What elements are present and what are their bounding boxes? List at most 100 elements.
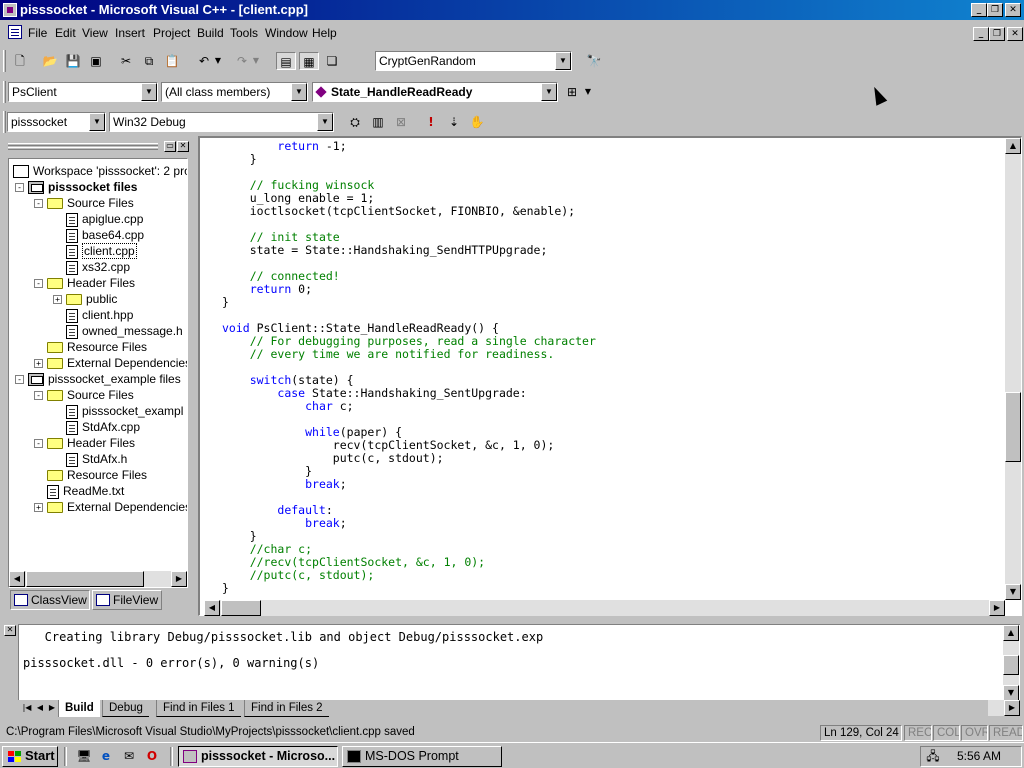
undo-icon[interactable]: ↶ <box>194 52 214 70</box>
tab-fileview[interactable]: FileView <box>92 590 162 610</box>
scroll-up-icon[interactable]: ▲ <box>1003 625 1019 641</box>
panel-restore-button[interactable]: ▭ <box>164 141 176 152</box>
tree-hscrollbar[interactable]: ◀ ▶ <box>9 571 187 587</box>
tree-item[interactable]: + External Dependencies <box>34 499 187 515</box>
toolbar-grip[interactable] <box>3 81 6 103</box>
window-list-icon[interactable]: ❏ <box>322 52 342 70</box>
scroll-left-icon[interactable]: ◀ <box>9 571 25 587</box>
wizard-action-icon[interactable]: ⊞ <box>562 83 582 101</box>
expand-icon[interactable]: + <box>34 503 43 513</box>
find-in-files-icon[interactable]: 🔭 <box>584 52 604 70</box>
vc-app-icon[interactable] <box>3 3 17 17</box>
collapse-icon[interactable]: - <box>34 391 43 401</box>
function-combo[interactable]: State_HandleReadReady ▼ <box>312 82 558 102</box>
scroll-right-icon[interactable]: ▶ <box>171 571 187 587</box>
code-editor[interactable]: return -1; } // fucking winsock u_long e… <box>198 136 1022 616</box>
output-grip[interactable]: ✕ <box>4 625 16 715</box>
scroll-up-icon[interactable]: ▲ <box>1005 138 1021 154</box>
output-hscrollbar[interactable]: ▶ <box>988 700 1020 716</box>
menu-insert[interactable]: Insert <box>115 26 145 40</box>
class-combo[interactable]: PsClient ▼ <box>8 82 158 102</box>
internet-explorer-icon[interactable]: e <box>98 748 114 764</box>
clock[interactable]: 5:56 AM <box>957 747 1001 766</box>
chevron-down-icon[interactable]: ▼ <box>541 83 557 101</box>
members-combo[interactable]: (All class members) ▼ <box>161 82 308 102</box>
tab-classview[interactable]: ClassView <box>10 590 90 610</box>
panel-grip[interactable] <box>8 143 158 146</box>
tree-item[interactable]: client.hpp <box>53 307 133 323</box>
menu-edit[interactable]: Edit <box>55 26 76 40</box>
find-combo[interactable]: CryptGenRandom ▼ <box>375 51 572 71</box>
tab-build[interactable]: Build <box>58 700 100 717</box>
tree-item[interactable]: pisssocket_exampl <box>53 403 183 419</box>
file-tree[interactable]: Workspace 'pisssocket': 2 proje - pisssock… <box>8 158 188 588</box>
menu-view[interactable]: View <box>82 26 108 40</box>
expand-icon[interactable]: + <box>53 295 62 305</box>
start-button[interactable]: Start <box>2 746 58 767</box>
collapse-icon[interactable]: - <box>15 183 24 193</box>
tree-item[interactable]: ReadMe.txt <box>34 483 124 499</box>
tree-item[interactable]: - Header Files <box>34 275 135 291</box>
doc-restore-button[interactable]: ❐ <box>989 27 1005 41</box>
chevron-down-icon[interactable]: ▼ <box>141 83 157 101</box>
tree-item[interactable]: + public <box>53 291 117 307</box>
menu-help[interactable]: Help <box>312 26 337 40</box>
document-icon[interactable] <box>8 25 22 39</box>
wizard-action-dropdown-icon[interactable]: ▼ <box>582 83 594 101</box>
code-area[interactable]: return -1; } // fucking winsock u_long e… <box>204 138 1004 600</box>
breakpoint-hand-icon[interactable]: ✋ <box>467 113 487 131</box>
tree-item[interactable]: + External Dependencies <box>34 355 187 371</box>
tree-item[interactable]: StdAfx.cpp <box>53 419 140 435</box>
doc-close-button[interactable]: ✕ <box>1007 27 1023 41</box>
copy-icon[interactable]: ⧉ <box>139 52 159 70</box>
execute-icon[interactable]: ! <box>421 113 441 131</box>
collapse-icon[interactable]: - <box>34 199 43 209</box>
toolbar-grip[interactable] <box>3 111 6 133</box>
scroll-thumb[interactable] <box>1005 392 1021 462</box>
new-text-file-icon[interactable]: 🗋 <box>10 52 30 70</box>
tree-item[interactable]: - Header Files <box>34 435 135 451</box>
tree-item[interactable]: owned_message.h <box>53 323 183 339</box>
tree-item[interactable]: client.cpp <box>53 243 137 259</box>
save-icon[interactable]: 💾 <box>63 52 83 70</box>
tree-item[interactable]: xs32.cpp <box>53 259 130 275</box>
editor-hscrollbar[interactable]: ◀ ▶ <box>204 600 1005 616</box>
paste-icon[interactable]: 📋 <box>162 52 182 70</box>
collapse-icon[interactable]: - <box>34 439 43 449</box>
output-vscrollbar[interactable]: ▲ ▼ <box>1003 625 1019 700</box>
chevron-down-icon[interactable]: ▼ <box>89 113 105 131</box>
tab-find-in-files-2[interactable]: Find in Files 2 <box>244 700 329 717</box>
redo-dropdown-icon[interactable]: ▼ <box>251 52 261 70</box>
compile-icon[interactable]: ⛭ <box>345 113 365 131</box>
tree-item[interactable]: Workspace 'pisssocket': 2 proje <box>13 163 187 179</box>
tab-scroll-right-icon[interactable]: ▶ <box>46 700 58 716</box>
tab-scroll-left-icon[interactable]: ◀ <box>34 700 46 716</box>
collapse-icon[interactable]: - <box>34 279 43 289</box>
tree-item[interactable]: - Source Files <box>34 387 134 403</box>
menu-window[interactable]: Window <box>265 26 308 40</box>
scroll-down-icon[interactable]: ▼ <box>1005 584 1021 600</box>
menu-file[interactable]: File <box>28 26 47 40</box>
collapse-icon[interactable]: - <box>15 375 24 385</box>
task-visual-cpp[interactable]: pisssocket - Microso... <box>178 746 338 767</box>
tab-find-in-files-1[interactable]: Find in Files 1 <box>156 700 241 717</box>
undo-dropdown-icon[interactable]: ▼ <box>213 52 223 70</box>
panel-grip[interactable] <box>8 147 158 150</box>
stop-build-icon[interactable]: ⊠ <box>391 113 411 131</box>
scroll-down-icon[interactable]: ▼ <box>1003 685 1019 700</box>
scroll-right-icon[interactable]: ▶ <box>989 600 1005 616</box>
editor-vscrollbar[interactable]: ▲ ▼ <box>1005 138 1021 600</box>
tab-scroll-first-icon[interactable]: |◀ <box>20 700 34 716</box>
tree-item[interactable]: - Source Files <box>34 195 134 211</box>
tree-item[interactable]: Resource Files <box>34 467 147 483</box>
tree-item[interactable]: - pisssocket_example files <box>15 371 181 387</box>
config-combo[interactable]: Win32 Debug ▼ <box>109 112 334 132</box>
minimize-button[interactable]: _ <box>971 3 987 17</box>
menu-build[interactable]: Build <box>197 26 224 40</box>
scroll-thumb[interactable] <box>221 600 261 616</box>
chevron-down-icon[interactable]: ▼ <box>555 52 571 70</box>
opera-icon[interactable]: O <box>144 748 160 764</box>
tray-network-icon[interactable]: 🖧 <box>925 748 941 764</box>
toolbar-grip[interactable] <box>3 50 6 72</box>
title-bar[interactable]: pisssocket - Microsoft Visual C++ - [cli… <box>0 0 1024 20</box>
